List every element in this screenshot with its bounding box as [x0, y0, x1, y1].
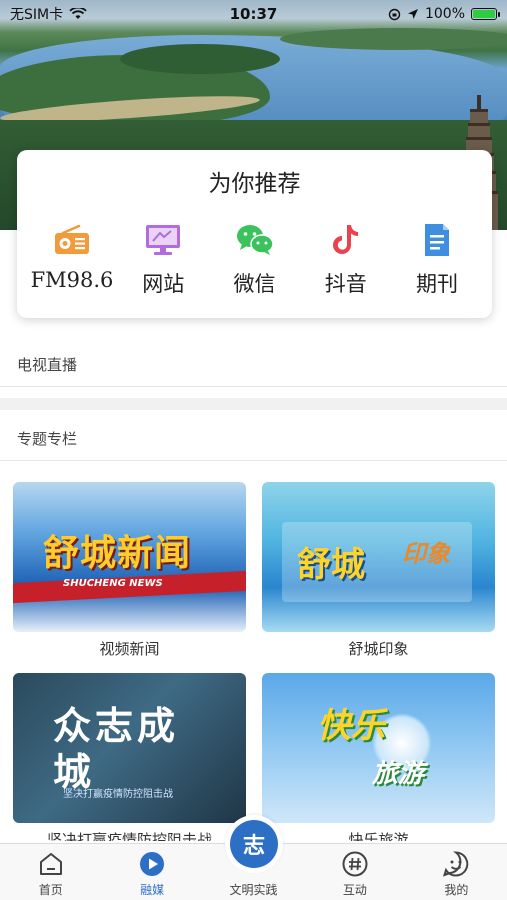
section-title: 电视直播: [17, 355, 78, 374]
hashtag-icon: [341, 850, 369, 878]
section-title: 专题专栏: [17, 429, 78, 448]
battery-icon: [471, 8, 500, 20]
column-caption: 舒城印象: [348, 640, 409, 658]
recommend-item-douyin[interactable]: 抖音: [301, 222, 391, 298]
thumb-title: 舒城: [297, 545, 365, 585]
thumb-subtitle: 印象: [402, 539, 450, 568]
tab-interact[interactable]: 互动: [304, 844, 405, 900]
wifi-icon: [69, 8, 87, 19]
document-icon: [417, 222, 457, 258]
recommend-card: 为你推荐 FM98.6 网站 微信 抖音 期刊: [17, 150, 492, 318]
thumb-title: 众志成城: [53, 703, 180, 794]
wechat-icon: [235, 222, 275, 258]
tab-label: 融媒: [140, 883, 165, 897]
home-icon: [37, 850, 65, 878]
recommend-item-label: FM98.6: [30, 268, 114, 292]
section-divider: [0, 398, 507, 410]
section-columns: 专题专栏: [0, 416, 507, 460]
column-thumbnail: 众志成城 坚决打赢疫情防控阻击战: [13, 673, 246, 823]
column-caption: 快乐旅游: [348, 831, 409, 841]
thumb-title: 舒城新闻: [43, 532, 192, 574]
column-card-video-news[interactable]: 舒城新闻 SHUCHENG NEWS 视频新闻: [13, 482, 246, 659]
column-thumbnail: 快乐 旅游: [262, 673, 495, 823]
tiktok-icon: [326, 222, 366, 258]
recommend-item-label: 微信: [233, 272, 276, 296]
thumb-title: 快乐: [317, 706, 385, 746]
radio-icon: [52, 222, 92, 258]
recommend-item-label: 期刊: [416, 272, 458, 296]
column-thumbnail: 舒城 印象: [262, 482, 495, 632]
column-caption: 视频新闻: [99, 640, 160, 658]
recommend-title: 为你推荐: [208, 171, 301, 197]
recommend-item-label: 网站: [142, 272, 185, 296]
thumb-subtitle: SHUCHENG NEWS: [63, 578, 163, 589]
column-thumbnail: 舒城新闻 SHUCHENG NEWS: [13, 482, 246, 632]
status-bar: 无SIM卡 10:37 100%: [0, 0, 507, 28]
column-card-epidemic[interactable]: 众志成城 坚决打赢疫情防控阻击战 坚决打赢疫情防控阻击战: [13, 673, 246, 841]
column-caption: 坚决打赢疫情防控阻击战: [46, 831, 212, 841]
recommend-item-website[interactable]: 网站: [118, 222, 208, 298]
divider-line: [0, 386, 507, 387]
section-tv-live[interactable]: 电视直播: [0, 342, 507, 386]
tab-mine[interactable]: 我的: [406, 844, 507, 900]
tab-home[interactable]: 首页: [0, 844, 101, 900]
recommend-item-journal[interactable]: 期刊: [392, 222, 482, 298]
column-card-shucheng-impression[interactable]: 舒城 印象 舒城印象: [262, 482, 495, 659]
smile-icon: [442, 850, 470, 878]
recommend-item-wechat[interactable]: 微信: [210, 222, 300, 298]
play-icon: [138, 850, 166, 878]
tab-label: 我的: [444, 883, 469, 897]
recommend-item-label: 抖音: [324, 272, 367, 296]
thumb-subtitle: 旅游: [372, 759, 425, 789]
monitor-icon: [143, 222, 183, 258]
column-card-happy-travel[interactable]: 快乐 旅游 快乐旅游: [262, 673, 495, 841]
status-time: 10:37: [229, 5, 278, 23]
tab-label: 文明实践: [229, 883, 278, 897]
tab-media[interactable]: 融媒: [101, 844, 202, 900]
lock-rotation-icon: [388, 8, 401, 20]
tab-label: 互动: [342, 883, 367, 897]
thumb-subtitle: 坚决打赢疫情防控阻击战: [63, 789, 173, 800]
civilization-practice-button[interactable]: 志: [225, 815, 283, 873]
location-arrow-icon: [407, 9, 418, 19]
tab-label: 首页: [38, 883, 63, 897]
divider-line: [0, 460, 507, 461]
battery-percent: 100%: [424, 6, 465, 22]
recommend-item-fm[interactable]: FM98.6: [27, 222, 117, 298]
carrier-label: 无SIM卡: [10, 7, 64, 23]
zhi-icon: 志: [230, 820, 278, 868]
